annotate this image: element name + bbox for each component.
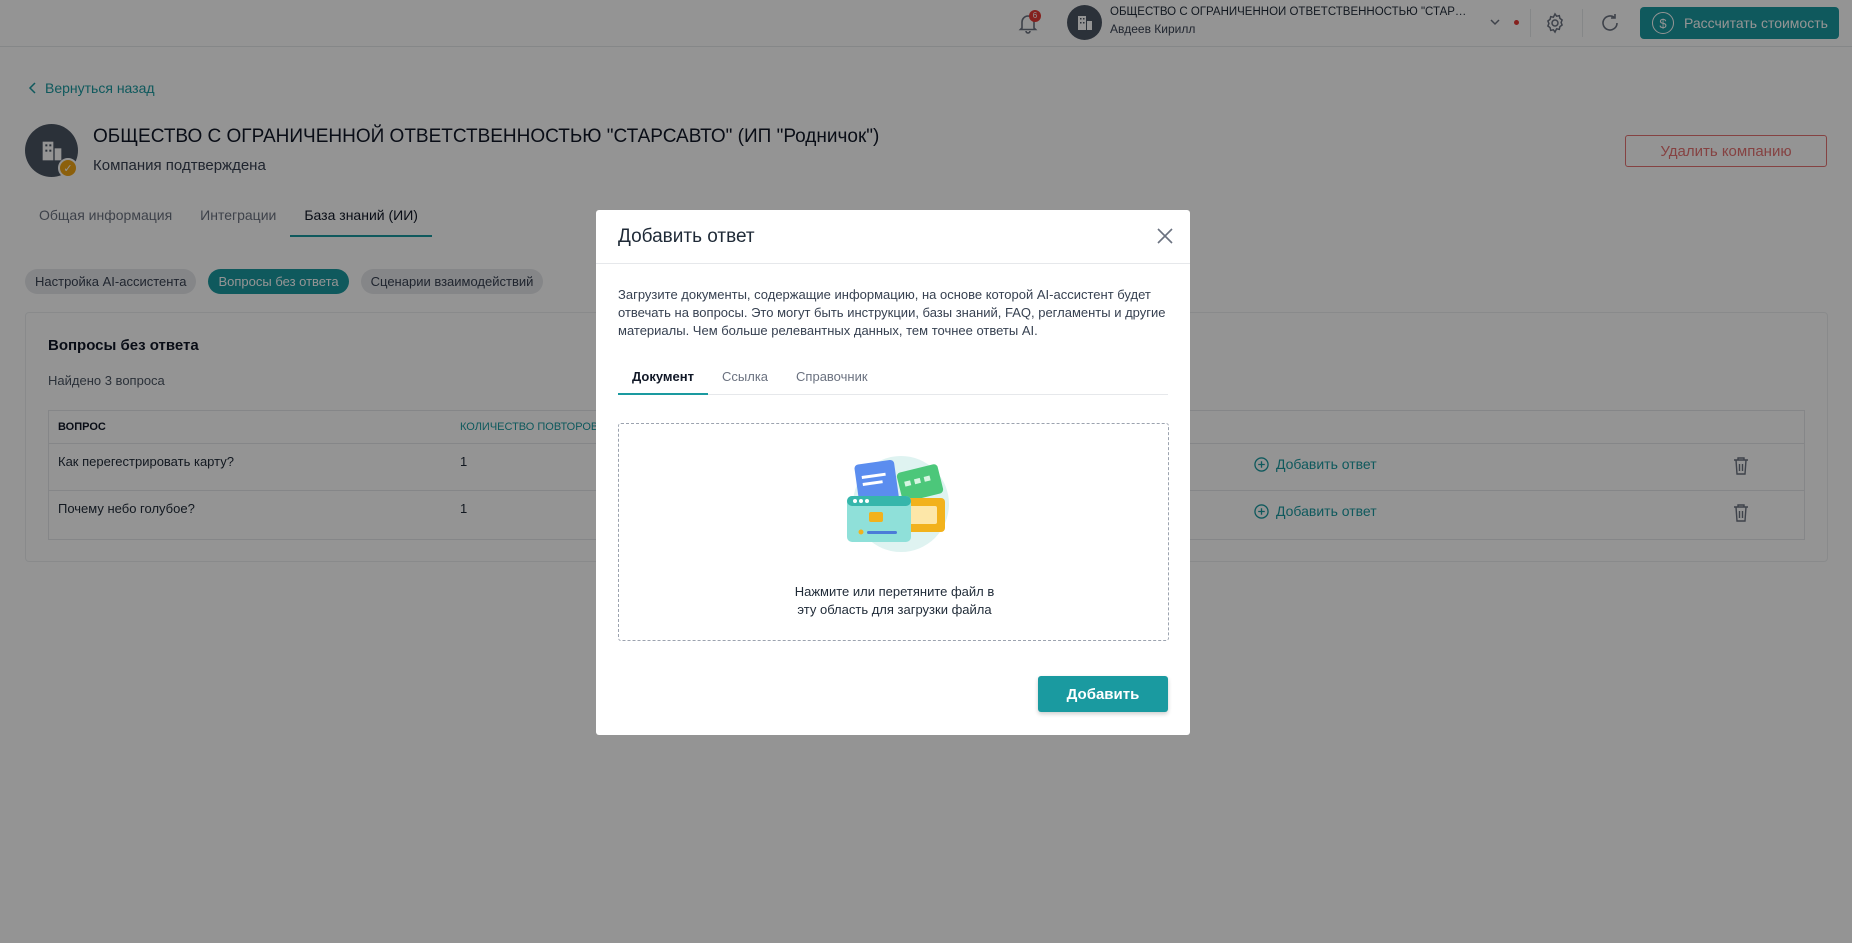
submit-add-button[interactable]: Добавить [1038,676,1168,712]
tab-reference[interactable]: Справочник [782,360,882,395]
tab-document[interactable]: Документ [618,360,708,395]
tab-link[interactable]: Ссылка [708,360,782,395]
modal-title: Добавить ответ [618,226,755,247]
file-upload-illustration-icon [847,456,949,552]
close-icon[interactable] [1154,225,1176,247]
file-dropzone[interactable]: Нажмите или перетяните файл в эту област… [618,423,1169,641]
dropzone-line-2: эту область для загрузки файла [797,602,992,617]
dropzone-instructions: Нажмите или перетяните файл в эту област… [619,583,1170,619]
modal-description: Загрузите документы, содержащие информац… [618,287,1166,338]
modal-header: Добавить ответ [596,210,1190,264]
answer-source-tabs: Документ Ссылка Справочник [618,360,1168,395]
add-answer-modal: Добавить ответ Загрузите документы, соде… [596,210,1190,735]
dropzone-line-1: Нажмите или перетяните файл в [794,584,995,599]
